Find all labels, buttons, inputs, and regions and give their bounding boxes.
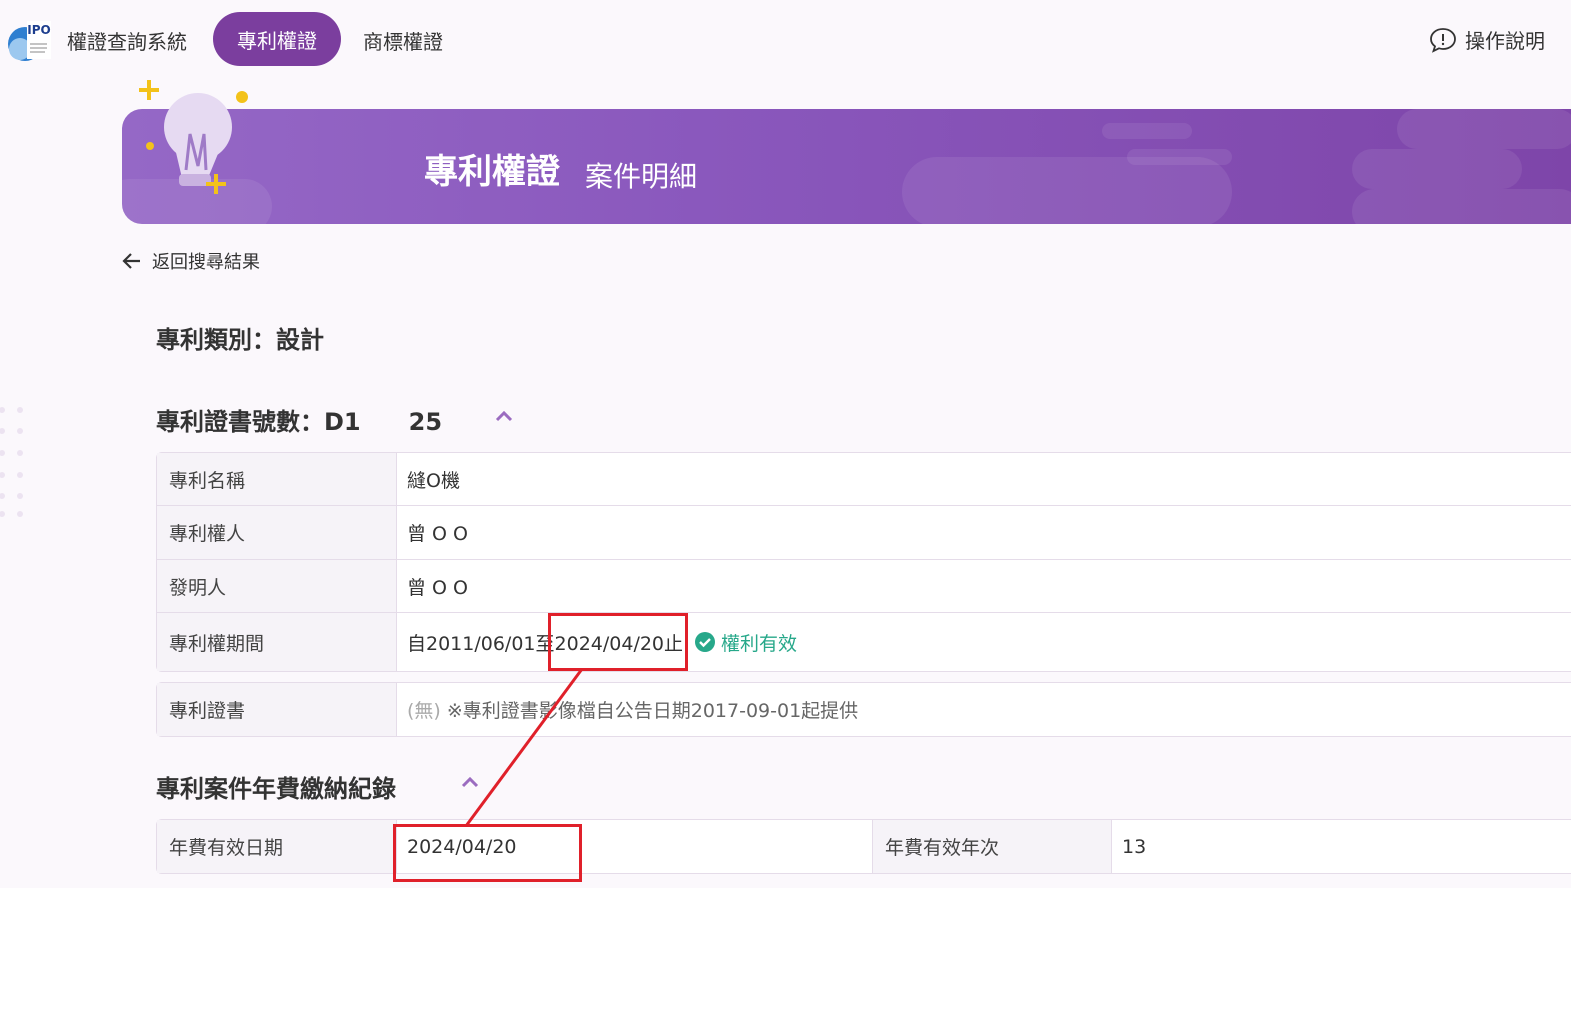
connector-line (0, 0, 1571, 1028)
